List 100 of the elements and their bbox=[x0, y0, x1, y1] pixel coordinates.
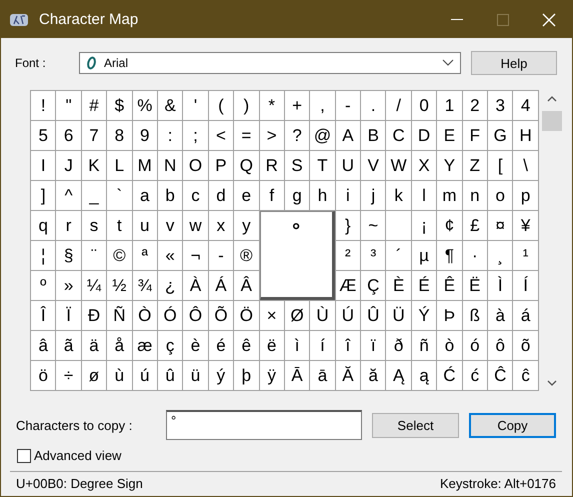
character-cell[interactable]: X bbox=[412, 151, 436, 180]
character-cell[interactable]: A bbox=[336, 121, 360, 150]
character-cell[interactable]: â bbox=[31, 331, 56, 360]
character-cell[interactable]: Ü bbox=[386, 301, 411, 330]
character-cell[interactable]: 7 bbox=[82, 121, 106, 150]
character-cell[interactable]: * bbox=[260, 91, 284, 120]
character-cell[interactable]: < bbox=[208, 121, 234, 150]
character-cell[interactable]: ô bbox=[488, 331, 512, 360]
character-cell[interactable]: ú bbox=[132, 361, 157, 390]
character-cell[interactable]: $ bbox=[107, 91, 132, 120]
character-cell[interactable]: ¾ bbox=[132, 271, 157, 300]
character-cell[interactable]: ą bbox=[412, 361, 436, 390]
character-cell[interactable]: " bbox=[56, 91, 81, 120]
character-cell[interactable]: ¿ bbox=[158, 271, 182, 300]
character-cell[interactable]: V bbox=[361, 151, 386, 180]
character-cell[interactable]: © bbox=[107, 241, 132, 270]
character-cell[interactable]: e bbox=[234, 181, 259, 210]
character-cell[interactable]: × bbox=[260, 301, 284, 330]
character-cell[interactable]: ? bbox=[284, 121, 310, 150]
character-cell[interactable]: ¨ bbox=[82, 241, 106, 270]
character-cell[interactable]: È bbox=[386, 271, 411, 300]
character-cell[interactable]: Î bbox=[31, 301, 56, 330]
character-cell[interactable]: ) bbox=[234, 91, 259, 120]
character-cell[interactable]: £ bbox=[462, 211, 488, 240]
character-cell[interactable]: ê bbox=[234, 331, 259, 360]
character-cell[interactable]: a bbox=[132, 181, 157, 210]
character-cell[interactable]: þ bbox=[234, 361, 259, 390]
character-cell[interactable]: Ò bbox=[132, 301, 157, 330]
character-cell[interactable]: Ç bbox=[361, 271, 386, 300]
character-cell[interactable]: N bbox=[158, 151, 182, 180]
character-cell[interactable]: k bbox=[386, 181, 411, 210]
character-cell[interactable]: / bbox=[386, 91, 411, 120]
character-cell[interactable]: l bbox=[412, 181, 436, 210]
character-cell[interactable]: ä bbox=[82, 331, 106, 360]
character-cell[interactable]: ² bbox=[336, 241, 360, 270]
character-cell[interactable]: g bbox=[284, 181, 310, 210]
character-cell[interactable]: ü bbox=[183, 361, 208, 390]
character-cell[interactable]: x bbox=[208, 211, 234, 240]
character-cell[interactable]: Ì bbox=[488, 271, 512, 300]
character-cell[interactable]: ¤ bbox=[488, 211, 512, 240]
copy-button[interactable]: Copy bbox=[469, 412, 556, 438]
character-cell[interactable]: ¶ bbox=[437, 241, 462, 270]
character-cell[interactable]: à bbox=[488, 301, 512, 330]
character-cell[interactable]: ¼ bbox=[82, 271, 106, 300]
character-cell[interactable]: _ bbox=[82, 181, 106, 210]
character-cell[interactable]: ë bbox=[260, 331, 284, 360]
character-cell[interactable]: j bbox=[361, 181, 386, 210]
character-cell[interactable]: 1 bbox=[437, 91, 462, 120]
character-cell[interactable]: ® bbox=[234, 241, 259, 270]
character-cell[interactable]: ( bbox=[208, 91, 234, 120]
character-cell[interactable]: 8 bbox=[107, 121, 132, 150]
character-cell[interactable]: ý bbox=[208, 361, 234, 390]
character-cell[interactable]: G bbox=[488, 121, 512, 150]
character-cell[interactable]: I bbox=[31, 151, 56, 180]
character-cell[interactable]: 4 bbox=[513, 91, 538, 120]
character-cell[interactable]: ò bbox=[437, 331, 462, 360]
character-cell[interactable]: ð bbox=[386, 331, 411, 360]
character-cell[interactable]: # bbox=[82, 91, 106, 120]
character-cell[interactable]: n bbox=[462, 181, 488, 210]
character-cell[interactable]: î bbox=[336, 331, 360, 360]
character-cell[interactable]: m bbox=[437, 181, 462, 210]
character-cell[interactable]: ~ bbox=[361, 211, 386, 240]
character-cell[interactable]: ï bbox=[361, 331, 386, 360]
character-cell[interactable]: ÷ bbox=[56, 361, 81, 390]
character-cell[interactable]: Ð bbox=[82, 301, 106, 330]
character-cell[interactable]: ì bbox=[284, 331, 310, 360]
character-cell[interactable]: Ú bbox=[336, 301, 360, 330]
character-cell[interactable]: ½ bbox=[107, 271, 132, 300]
character-cell[interactable]: Á bbox=[208, 271, 234, 300]
character-cell[interactable]: 9 bbox=[132, 121, 157, 150]
character-cell[interactable]: ß bbox=[462, 301, 488, 330]
character-cell[interactable]: = bbox=[234, 121, 259, 150]
character-cell[interactable]: ³ bbox=[361, 241, 386, 270]
character-cell[interactable]: Ó bbox=[158, 301, 182, 330]
character-cell[interactable]: ĉ bbox=[513, 361, 538, 390]
character-cell[interactable]: Ý bbox=[412, 301, 436, 330]
character-cell[interactable]: & bbox=[158, 91, 182, 120]
character-cell[interactable]: Õ bbox=[208, 301, 234, 330]
character-cell[interactable]: o bbox=[488, 181, 512, 210]
character-cell[interactable]: F bbox=[462, 121, 488, 150]
character-cell[interactable]: + bbox=[284, 91, 310, 120]
character-cell[interactable]: L bbox=[107, 151, 132, 180]
character-cell[interactable]: Ù bbox=[310, 301, 335, 330]
character-cell[interactable]: h bbox=[310, 181, 335, 210]
character-cell[interactable]: d bbox=[208, 181, 234, 210]
character-cell[interactable]: À bbox=[183, 271, 208, 300]
character-cell[interactable] bbox=[386, 211, 411, 240]
character-cell[interactable]: i bbox=[336, 181, 360, 210]
character-cell[interactable]: 3 bbox=[488, 91, 512, 120]
advanced-view-checkbox[interactable] bbox=[17, 448, 31, 462]
character-cell[interactable]: Æ bbox=[336, 271, 360, 300]
character-cell[interactable]: Ĉ bbox=[488, 361, 512, 390]
character-cell[interactable]: Ă bbox=[336, 361, 360, 390]
character-cell[interactable]: v bbox=[158, 211, 182, 240]
character-cell[interactable]: ' bbox=[183, 91, 208, 120]
character-cell[interactable]: Â bbox=[234, 271, 259, 300]
character-cell[interactable]: \ bbox=[513, 151, 538, 180]
character-cell[interactable]: è bbox=[183, 331, 208, 360]
characters-field[interactable]: ° bbox=[166, 410, 362, 440]
character-cell[interactable]: % bbox=[132, 91, 157, 120]
